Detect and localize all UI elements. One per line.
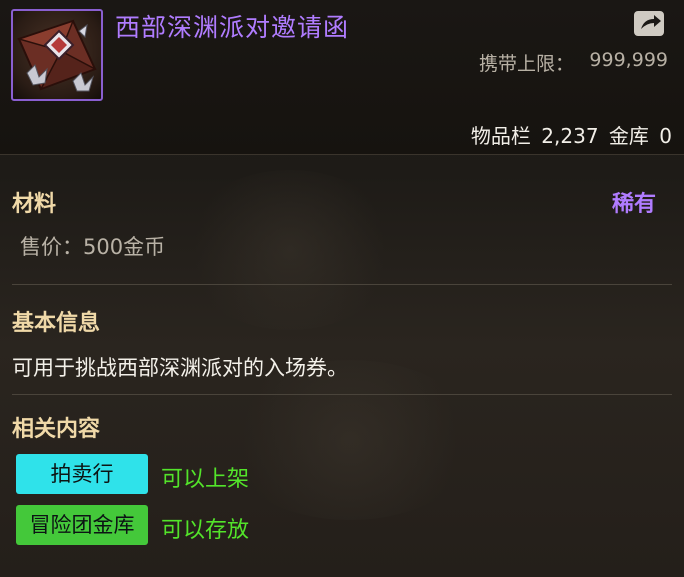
inventory-label: 物品栏 [470, 124, 531, 148]
carry-limit-value: 999,999 [589, 49, 668, 71]
bank-label: 金库 [608, 124, 649, 148]
related-content-heading: 相关内容 [12, 417, 101, 442]
storage-counts: 物品栏 2,237 金库 0 [467, 120, 672, 149]
divider [12, 284, 672, 285]
item-rarity: 稀有 [611, 192, 656, 217]
item-description: 可用于挑战西部深渊派对的入场券。 [12, 356, 348, 380]
background-decoration [180, 170, 400, 330]
tooltip-header: 西部深渊派对邀请函 携带上限： 999,999 物品栏 2,237 金库 0 [0, 0, 684, 155]
divider [12, 394, 672, 395]
basic-info-heading: 基本信息 [12, 311, 101, 336]
auction-status: 可以上架 [161, 467, 250, 492]
bank-status: 可以存放 [161, 518, 250, 543]
carry-limit-label: 携带上限： [478, 53, 574, 75]
adventure-bank-button[interactable]: 冒险团金库 [16, 505, 148, 545]
background-decoration [220, 360, 480, 520]
item-tooltip-panel: 西部深渊派对邀请函 携带上限： 999,999 物品栏 2,237 金库 0 材… [0, 0, 684, 577]
invitation-letter-icon [11, 9, 103, 101]
inventory-count: 2,237 [541, 124, 599, 148]
share-export-icon[interactable] [632, 8, 668, 38]
bank-count: 0 [659, 124, 672, 148]
item-category: 材料 [12, 192, 57, 217]
sell-price: 售价：500金币 [20, 235, 166, 259]
auction-house-button[interactable]: 拍卖行 [16, 454, 148, 494]
item-title: 西部深渊派对邀请函 [115, 13, 350, 42]
